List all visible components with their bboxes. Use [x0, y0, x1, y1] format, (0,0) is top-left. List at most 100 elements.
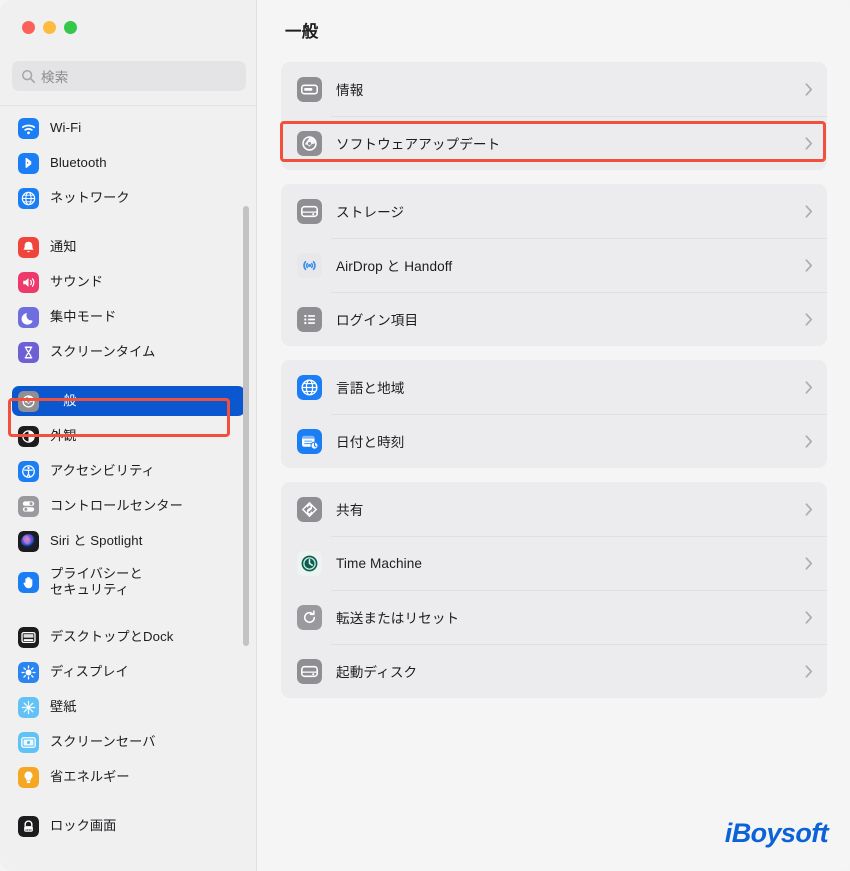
sidebar-item-デスクトップとDock[interactable]: デスクトップとDock: [12, 622, 245, 652]
sidebar-item-Wi-Fi[interactable]: Wi-Fi: [12, 113, 245, 143]
chevron-right-icon: [805, 258, 813, 272]
sidebar-item-ロック画面[interactable]: ロック画面: [12, 811, 245, 841]
settings-row-転送またはリセット[interactable]: 転送またはリセット: [281, 590, 827, 644]
settings-row-言語と地域[interactable]: 言語と地域: [281, 360, 827, 414]
sidebar-item-壁紙[interactable]: 壁紙: [12, 692, 245, 722]
notifications-bell-icon: [18, 236, 39, 258]
settings-row-label: 起動ディスク: [336, 665, 418, 680]
chevron-right-icon: [805, 610, 813, 624]
settings-group: ストレージ AirDrop と Handoff ログイン項目: [281, 184, 827, 346]
chevron-right-icon: [805, 136, 813, 150]
iboysoft-watermark: iBoysoft: [724, 818, 829, 848]
sidebar-item-label: スクリーンセーバ: [50, 733, 156, 749]
chevron-right-icon: [805, 556, 813, 570]
settings-row-Time-Machine[interactable]: Time Machine: [281, 536, 827, 590]
settings-row-ログイン項目[interactable]: ログイン項目: [281, 292, 827, 346]
sidebar-group-separator: [12, 797, 245, 811]
settings-row-label: AirDrop と Handoff: [336, 259, 453, 274]
settings-row-label: 日付と時刻: [336, 435, 405, 450]
sidebar-item-コントロールセンター[interactable]: コントロールセンター: [12, 491, 245, 521]
sidebar-item-スクリーンタイム[interactable]: スクリーンタイム: [12, 337, 245, 367]
sidebar-item-label: 省エネルギー: [50, 768, 130, 784]
control-center-icon: [18, 495, 39, 517]
sidebar-item-label: ディスプレイ: [50, 663, 129, 679]
lock-screen-icon: [18, 815, 39, 837]
settings-group: 共有 Time Machine 転送またはリセット 起動ディスク: [281, 482, 827, 698]
settings-row-ストレージ[interactable]: ストレージ: [281, 184, 827, 238]
sidebar-group-separator: [12, 372, 245, 386]
chevron-right-icon: [805, 664, 813, 678]
sidebar-item-label: サウンド: [50, 273, 104, 289]
sidebar-item-label: ネットワーク: [50, 189, 130, 205]
sidebar-item-Siri-と-Spotlight[interactable]: Siri と Spotlight: [12, 526, 245, 556]
startup-disk-icon: [297, 658, 322, 684]
energy-saver-bulb-icon: [18, 766, 39, 788]
sidebar-item-スクリーンセーバ[interactable]: スクリーンセーバ: [12, 727, 245, 757]
sharing-icon: [297, 496, 322, 522]
sidebar-item-省エネルギー[interactable]: 省エネルギー: [12, 762, 245, 792]
date-time-icon: [297, 428, 322, 454]
bluetooth-icon: [18, 152, 39, 174]
settings-row-label: 共有: [336, 503, 364, 518]
transfer-reset-icon: [297, 604, 322, 630]
chevron-right-icon: [805, 434, 813, 448]
sidebar-item-ディスプレイ[interactable]: ディスプレイ: [12, 657, 245, 687]
settings-row-AirDrop-と-Handoff[interactable]: AirDrop と Handoff: [281, 238, 827, 292]
chevron-right-icon: [805, 82, 813, 96]
settings-row-label: ストレージ: [336, 205, 405, 220]
sidebar-item-一般[interactable]: 一般: [12, 386, 245, 416]
chevron-right-icon: [805, 204, 813, 218]
search-placeholder-text: 検索: [41, 70, 69, 85]
search-input[interactable]: 検索: [12, 61, 246, 91]
network-globe-icon: [18, 187, 39, 209]
minimize-window-button[interactable]: [43, 21, 56, 34]
login-items-list-icon: [297, 306, 322, 332]
sidebar-item-label: 集中モード: [50, 308, 117, 324]
sidebar-item-label: プライバシーと セキュリティ: [50, 565, 143, 597]
settings-groups: 情報 ソフトウェアアップデート ストレージ AirDrop と Handoff …: [281, 62, 827, 712]
sidebar-nav-list: Wi-Fi Bluetooth ネットワーク通知 サウンド集中モード スクリーンタ…: [0, 113, 256, 846]
sidebar-item-Bluetooth[interactable]: Bluetooth: [12, 148, 245, 178]
sidebar-item-label: 外観: [50, 427, 77, 443]
sidebar-divider: [0, 105, 256, 106]
wifi-icon: [18, 117, 39, 139]
sidebar-item-通知[interactable]: 通知: [12, 232, 245, 262]
time-machine-icon: [297, 550, 322, 576]
search-field-container[interactable]: 検索: [12, 61, 246, 91]
focus-moon-icon: [18, 306, 39, 328]
appearance-icon: [18, 425, 39, 447]
sidebar-item-サウンド[interactable]: サウンド: [12, 267, 245, 297]
maximize-window-button[interactable]: [64, 21, 77, 34]
display-icon: [18, 661, 39, 683]
settings-row-共有[interactable]: 共有: [281, 482, 827, 536]
sidebar-item-label: Bluetooth: [50, 154, 107, 170]
sidebar-item-外観[interactable]: 外観: [12, 421, 245, 451]
sidebar-item-label: 一般: [50, 392, 77, 408]
sidebar-item-label: Wi-Fi: [50, 119, 82, 135]
sidebar-item-アクセシビリティ[interactable]: アクセシビリティ: [12, 456, 245, 486]
chevron-right-icon: [805, 502, 813, 516]
storage-drive-icon: [297, 198, 322, 224]
sidebar-group-separator: [12, 608, 245, 622]
sidebar-item-label: Siri と Spotlight: [50, 532, 143, 548]
chevron-right-icon: [805, 380, 813, 394]
general-gear-icon: [18, 390, 39, 412]
settings-row-情報[interactable]: 情報: [281, 62, 827, 116]
main-content-panel: 一般 情報 ソフトウェアアップデート ストレージ AirDrop と Hando…: [257, 0, 850, 871]
sidebar-item-集中モード[interactable]: 集中モード: [12, 302, 245, 332]
sidebar-scrollbar[interactable]: [243, 206, 249, 646]
screensaver-icon: [18, 731, 39, 753]
wallpaper-icon: [18, 696, 39, 718]
close-window-button[interactable]: [22, 21, 35, 34]
settings-row-起動ディスク[interactable]: 起動ディスク: [281, 644, 827, 698]
sidebar-item-プライバシーと-セキュリティ[interactable]: プライバシーと セキュリティ: [12, 561, 245, 603]
sidebar-item-label: デスクトップとDock: [50, 628, 174, 644]
sidebar-item-label: ロック画面: [50, 817, 117, 833]
airdrop-icon: [297, 252, 322, 278]
settings-row-ソフトウェアアップデート[interactable]: ソフトウェアアップデート: [281, 116, 827, 170]
sound-speaker-icon: [18, 271, 39, 293]
sidebar-item-ネットワーク[interactable]: ネットワーク: [12, 183, 245, 213]
settings-row-日付と時刻[interactable]: 日付と時刻: [281, 414, 827, 468]
screen-time-hourglass-icon: [18, 341, 39, 363]
settings-row-label: Time Machine: [336, 555, 423, 571]
